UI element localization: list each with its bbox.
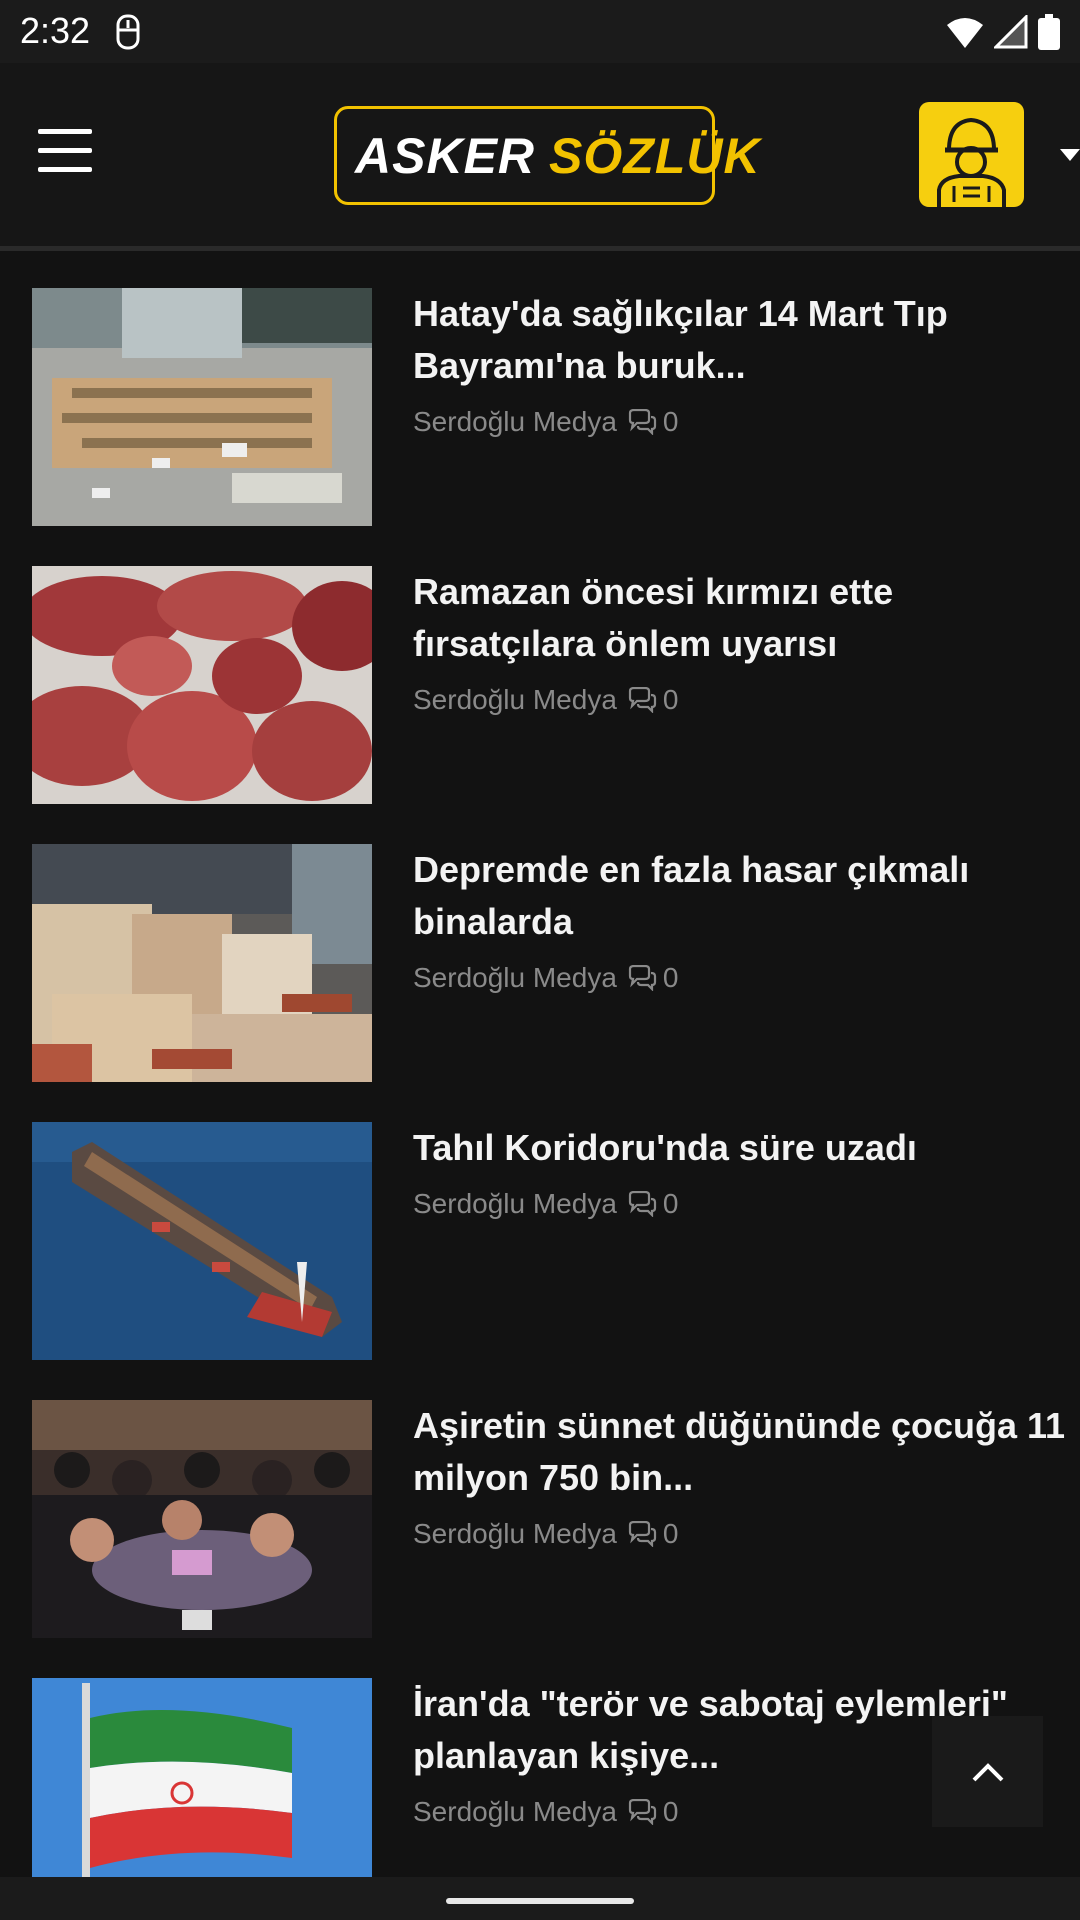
logo-word-asker: ASKER <box>355 127 536 184</box>
chevron-up-icon <box>972 1762 1003 1781</box>
list-item[interactable]: Aşiretin sünnet düğününde çocuğa 11 mily… <box>32 1400 1065 1638</box>
article-meta: Serdoğlu Medya 0 <box>413 962 678 994</box>
comment-count: 0 <box>662 1796 679 1827</box>
site-logo[interactable]: ASKER SÖZLÜK <box>334 106 760 205</box>
list-item[interactable]: Hatay'da sağlıkçılar 14 Mart Tıp Bayramı… <box>32 288 1052 526</box>
comments-icon <box>628 409 657 435</box>
article-title[interactable]: Hatay'da sağlıkçılar 14 Mart Tıp Bayramı… <box>413 288 1073 392</box>
article-thumbnail[interactable] <box>32 288 372 526</box>
comment-count: 0 <box>662 962 679 993</box>
menu-icon[interactable] <box>38 129 92 173</box>
comments-icon <box>628 1521 657 1547</box>
list-item[interactable]: Depremde en fazla hasar çıkmalı binalard… <box>32 844 1052 1082</box>
comments-icon <box>628 1191 657 1217</box>
home-gesture-handle[interactable] <box>446 1898 634 1904</box>
wifi-icon <box>947 18 983 48</box>
comment-count: 0 <box>662 684 679 715</box>
article-meta: Serdoğlu Medya 0 <box>413 1796 678 1828</box>
article-thumbnail[interactable] <box>32 1678 372 1877</box>
status-bar: 2:32 <box>0 0 1080 63</box>
list-item[interactable]: İran'da "terör ve sabotaj eylemleri" pla… <box>32 1678 1052 1877</box>
list-item[interactable]: Tahıl Koridoru'nda süre uzadı Serdoğlu M… <box>32 1122 1052 1360</box>
app-header: ASKER SÖZLÜK <box>0 63 1080 251</box>
comments-icon <box>628 965 657 991</box>
notification-icon <box>116 14 140 50</box>
article-author: Serdoğlu Medya <box>413 684 617 715</box>
article-thumbnail[interactable] <box>32 844 372 1082</box>
comments-icon <box>628 1799 657 1825</box>
article-author: Serdoğlu Medya <box>413 1796 617 1827</box>
article-title[interactable]: Aşiretin sünnet düğününde çocuğa 11 mily… <box>413 1400 1073 1504</box>
article-title[interactable]: Tahıl Koridoru'nda süre uzadı <box>413 1122 1073 1174</box>
caret-down-icon[interactable] <box>1060 149 1080 161</box>
article-author: Serdoğlu Medya <box>413 962 617 993</box>
article-author: Serdoğlu Medya <box>413 1188 617 1219</box>
article-thumbnail[interactable] <box>32 566 372 804</box>
article-author: Serdoğlu Medya <box>413 1518 617 1549</box>
article-meta: Serdoğlu Medya 0 <box>413 1188 678 1220</box>
scroll-to-top-button[interactable] <box>932 1716 1043 1827</box>
article-thumbnail[interactable] <box>32 1122 372 1360</box>
comments-icon <box>628 687 657 713</box>
comment-count: 0 <box>662 406 679 437</box>
article-meta: Serdoğlu Medya 0 <box>413 1518 678 1550</box>
comment-count: 0 <box>662 1188 679 1219</box>
comment-count: 0 <box>662 1518 679 1549</box>
list-item[interactable]: Ramazan öncesi kırmızı ette fırsatçılara… <box>32 566 1052 804</box>
article-author: Serdoğlu Medya <box>413 406 617 437</box>
article-thumbnail[interactable] <box>32 1400 372 1638</box>
article-title[interactable]: Depremde en fazla hasar çıkmalı binalard… <box>413 844 1073 948</box>
article-meta: Serdoğlu Medya 0 <box>413 406 678 438</box>
soldier-avatar-icon[interactable] <box>919 102 1024 207</box>
article-title[interactable]: Ramazan öncesi kırmızı ette fırsatçılara… <box>413 566 1073 670</box>
battery-icon <box>1038 14 1060 50</box>
system-nav-bar <box>0 1877 1080 1920</box>
article-meta: Serdoğlu Medya 0 <box>413 684 678 716</box>
signal-icon <box>994 15 1028 49</box>
status-time: 2:32 <box>20 10 91 51</box>
logo-word-sozluk: SÖZLÜK <box>549 127 761 184</box>
